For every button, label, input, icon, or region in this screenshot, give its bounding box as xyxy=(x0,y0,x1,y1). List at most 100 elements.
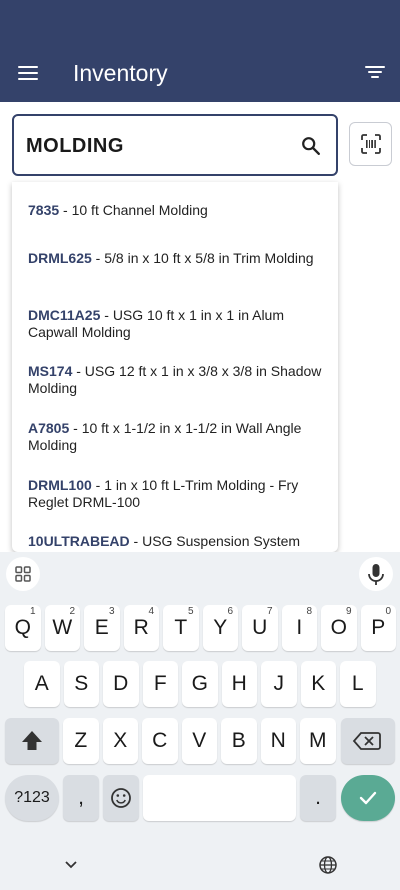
key-hint: 3 xyxy=(108,606,115,617)
suggestion-item[interactable]: DRML625 - 5/8 in x 10 ft x 5/8 in Trim M… xyxy=(28,250,328,267)
key-hint: 6 xyxy=(227,606,233,617)
key-label: T xyxy=(174,616,188,639)
comma-key[interactable]: , xyxy=(63,775,99,821)
suggestion-code: 10ULTRABEAD xyxy=(28,533,130,549)
key-x[interactable]: X xyxy=(102,718,138,764)
suggestion-item[interactable]: 7835 - 10 ft Channel Molding xyxy=(28,202,328,219)
key-r[interactable]: R4 xyxy=(123,605,159,651)
suggestion-code: 7835 xyxy=(28,202,60,218)
suggestion-item[interactable]: 10ULTRABEAD - USG Suspension System xyxy=(28,533,328,550)
voice-input-button[interactable] xyxy=(359,557,393,591)
key-u[interactable]: U7 xyxy=(242,605,278,651)
key-label: K xyxy=(311,672,326,695)
period-key[interactable]: . xyxy=(300,775,336,821)
suggestion-code: DRML625 xyxy=(28,250,92,266)
key-y[interactable]: Y6 xyxy=(202,605,238,651)
suggestion-description: - 10 ft x 1-1/2 in x 1-1/2 in Wall Angle… xyxy=(28,420,302,453)
enter-key[interactable] xyxy=(341,775,395,821)
barcode-scan-icon xyxy=(361,134,381,154)
suggestion-description: - USG 12 ft x 1 in x 3/8 x 3/8 in Shadow… xyxy=(28,363,322,396)
emoji-key[interactable] xyxy=(103,775,139,821)
search-input-value: MOLDING xyxy=(26,135,124,157)
key-k[interactable]: K xyxy=(300,661,336,707)
key-b[interactable]: B xyxy=(221,718,257,764)
key-hint: 4 xyxy=(148,606,154,617)
key-e[interactable]: E3 xyxy=(84,605,120,651)
key-hint: 2 xyxy=(69,606,75,617)
key-hint: 9 xyxy=(345,606,352,617)
key-label: U xyxy=(252,616,268,639)
key-hint: 7 xyxy=(266,606,273,617)
key-o[interactable]: O9 xyxy=(321,605,357,651)
filter-icon[interactable] xyxy=(364,66,386,82)
suggestion-code: A7805 xyxy=(28,420,70,436)
key-label: R xyxy=(133,616,149,639)
shift-key[interactable] xyxy=(5,718,59,764)
key-n[interactable]: N xyxy=(260,718,296,764)
shift-icon xyxy=(22,731,42,750)
key-label: P xyxy=(371,616,386,639)
key-g[interactable]: G xyxy=(182,661,218,707)
key-label: O xyxy=(330,616,347,639)
menu-icon[interactable] xyxy=(18,66,38,80)
key-j[interactable]: J xyxy=(261,661,297,707)
key-label: B xyxy=(231,729,246,752)
search-icon[interactable] xyxy=(300,135,322,157)
search-input[interactable]: MOLDING xyxy=(12,114,338,176)
key-t[interactable]: T5 xyxy=(163,605,199,651)
microphone-icon xyxy=(368,564,384,585)
key-label: N xyxy=(270,729,286,752)
key-label: E xyxy=(94,616,109,639)
key-label: Z xyxy=(74,729,88,752)
language-globe-icon[interactable] xyxy=(318,855,338,875)
key-label: L xyxy=(351,672,364,695)
key-h[interactable]: H xyxy=(221,661,257,707)
key-v[interactable]: V xyxy=(181,718,217,764)
key-s[interactable]: S xyxy=(63,661,99,707)
suggestion-item[interactable]: DMC11A25 - USG 10 ft x 1 in x 1 in Alum … xyxy=(28,307,328,341)
key-q[interactable]: Q1 xyxy=(5,605,41,651)
suggestion-code: DRML100 xyxy=(28,477,92,493)
checkmark-icon xyxy=(359,791,377,805)
key-p[interactable]: P0 xyxy=(360,605,396,651)
key-label: A xyxy=(34,672,49,695)
key-hint: 5 xyxy=(187,606,194,617)
key-label: J xyxy=(273,672,285,695)
key-hint: 0 xyxy=(385,606,391,617)
key-label: W xyxy=(52,616,73,639)
suggestion-item[interactable]: DRML100 - 1 in x 10 ft L-Trim Molding - … xyxy=(28,477,328,511)
suggestion-description: - 5/8 in x 10 ft x 5/8 in Trim Molding xyxy=(91,250,314,266)
key-a[interactable]: A xyxy=(24,661,60,707)
key-label: V xyxy=(192,729,207,752)
search-suggestions-list: 7835 - 10 ft Channel Molding DRML625 - 5… xyxy=(12,182,338,552)
key-label: S xyxy=(74,672,89,695)
suggestion-description: - USG Suspension System xyxy=(129,533,301,549)
symbols-key[interactable]: ?123 xyxy=(5,775,59,821)
page-title: Inventory xyxy=(73,60,168,86)
suggestion-code: MS174 xyxy=(28,363,73,379)
space-key[interactable] xyxy=(143,775,296,821)
suggestion-code: DMC11A25 xyxy=(28,307,101,323)
key-l[interactable]: L xyxy=(340,661,376,707)
app-bar: Inventory xyxy=(0,0,400,102)
key-d[interactable]: D xyxy=(103,661,139,707)
key-label: M xyxy=(309,729,327,752)
key-m[interactable]: M xyxy=(300,718,336,764)
suggestion-item[interactable]: MS174 - USG 12 ft x 1 in x 3/8 x 3/8 in … xyxy=(28,363,328,397)
key-i[interactable]: I8 xyxy=(281,605,317,651)
key-w[interactable]: W2 xyxy=(44,605,80,651)
key-f[interactable]: F xyxy=(142,661,178,707)
emoji-icon xyxy=(111,788,131,808)
barcode-scan-button[interactable] xyxy=(349,122,392,166)
apps-grid-icon xyxy=(15,566,31,582)
key-label: G xyxy=(191,672,208,695)
suggestion-description: - 10 ft Channel Molding xyxy=(59,202,208,218)
key-hint: 8 xyxy=(306,606,312,617)
suggestion-item[interactable]: A7805 - 10 ft x 1-1/2 in x 1-1/2 in Wall… xyxy=(28,420,328,454)
key-c[interactable]: C xyxy=(142,718,178,764)
hide-keyboard-chevron-icon[interactable] xyxy=(62,855,80,875)
backspace-key[interactable] xyxy=(341,718,395,764)
apps-grid-button[interactable] xyxy=(6,557,40,591)
key-z[interactable]: Z xyxy=(63,718,99,764)
key-label: C xyxy=(152,729,168,752)
